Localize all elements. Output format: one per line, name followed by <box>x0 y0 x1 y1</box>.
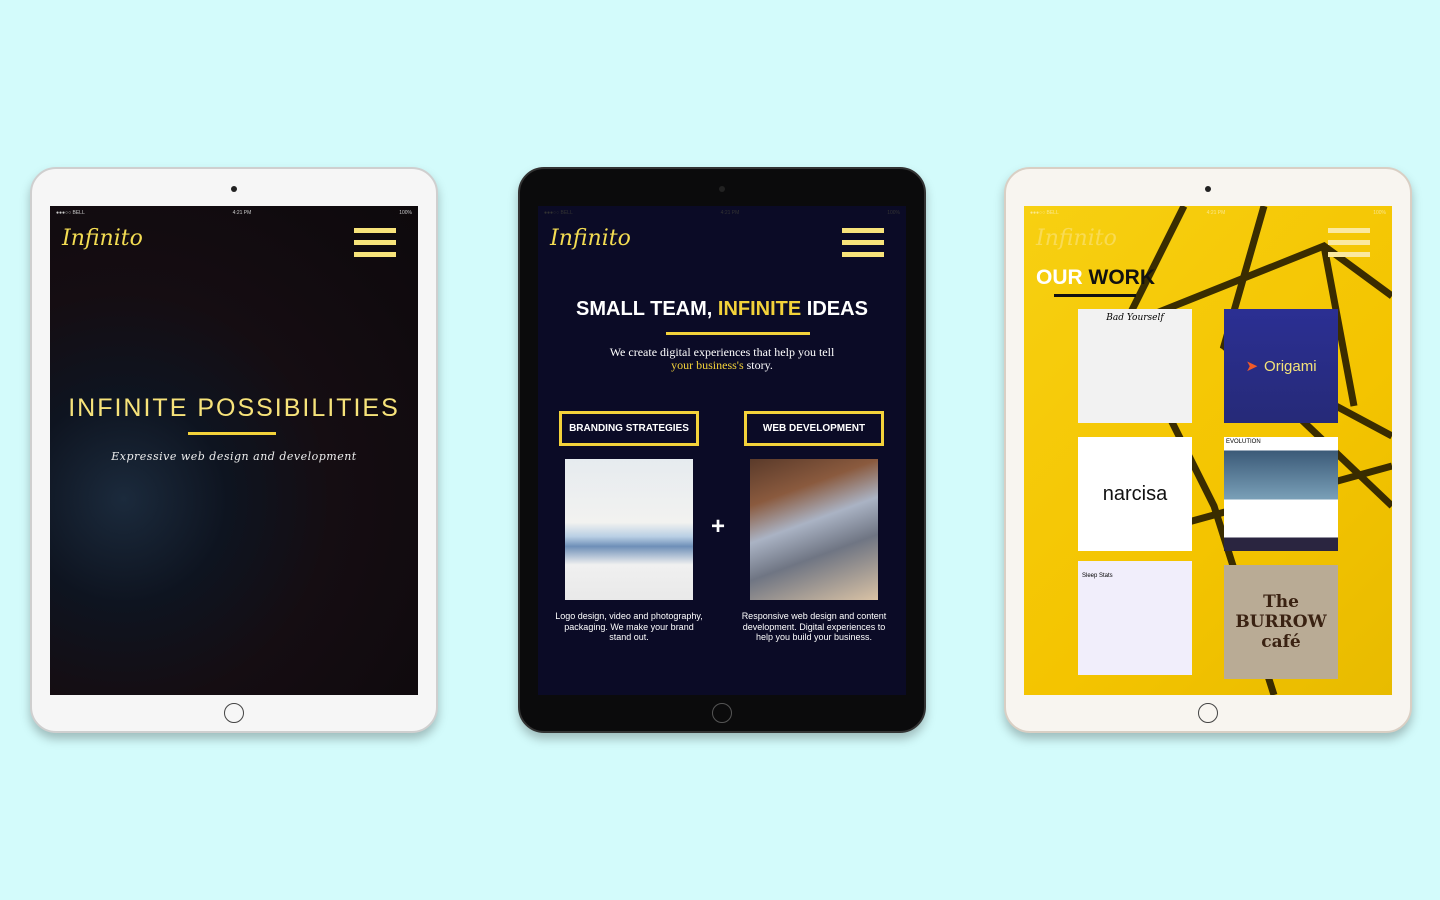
portfolio-label: Sleep Stats <box>1082 573 1113 579</box>
branding-image <box>565 459 693 600</box>
title-part: SMALL TEAM, <box>576 298 718 320</box>
ipad-white-left: ●●●○○ BELL 4:21 PM 100% Infinito INFINITE … <box>30 167 438 733</box>
title-highlight: WORK <box>1088 266 1156 289</box>
screen-portfolio: ●●●○○ BELL 4:21 PM 100% Infinito OUR WORK … <box>1024 206 1392 695</box>
title-highlight: INFINITE <box>717 298 802 320</box>
hero-tagline: Expressive web design and development <box>111 450 357 463</box>
intro-end: story. <box>743 358 773 372</box>
web-dev-description: Responsive web design and content develo… <box>741 611 887 642</box>
divider <box>188 432 276 435</box>
camera <box>231 186 237 192</box>
camera <box>1205 186 1211 192</box>
hero-title: INFINITE POSSIBILITIES <box>68 394 400 422</box>
battery: 100% <box>1373 210 1386 216</box>
carrier: ●●●○○ BELL <box>544 210 573 216</box>
time: 4:21 PM <box>232 210 252 216</box>
portfolio-label: The BURROW café <box>1235 592 1327 652</box>
screen-services: ●●●○○ BELL 4:21 PM 100% Infinito SMALL TEA… <box>538 206 906 695</box>
status-bar: ●●●○○ BELL 4:21 PM 100% <box>56 210 412 216</box>
carrier: ●●●○○ BELL <box>56 210 85 216</box>
battery: 100% <box>887 210 900 216</box>
menu-icon[interactable] <box>1328 228 1370 264</box>
section-title: SMALL TEAM, INFINITE IDEAS <box>538 298 906 321</box>
web-development-button[interactable]: WEB DEVELOPMENT <box>744 411 884 446</box>
title-part: IDEAS <box>801 298 868 320</box>
ipad-black-center: ●●●○○ BELL 4:21 PM 100% Infinito SMALL TEA… <box>518 167 926 733</box>
portfolio-item[interactable]: EVOLUTION <box>1224 437 1338 551</box>
portfolio-label: Bad Yourself <box>1106 313 1164 323</box>
portfolio-item[interactable]: ➤ Origami <box>1224 309 1338 423</box>
portfolio-label: EVOLUTION <box>1226 439 1261 445</box>
menu-icon[interactable] <box>354 228 396 264</box>
logo[interactable]: Infinito <box>1036 226 1117 251</box>
section-title: OUR WORK <box>1036 266 1155 290</box>
portfolio-item[interactable]: narcisa <box>1078 437 1192 551</box>
status-bar: ●●●○○ BELL 4:21 PM 100% <box>544 210 900 216</box>
carrier: ●●●○○ BELL <box>1030 210 1059 216</box>
status-bar: ●●●○○ BELL 4:21 PM 100% <box>1030 210 1386 216</box>
branding-strategies-button[interactable]: BRANDING STRATEGIES <box>559 411 699 446</box>
home-button[interactable] <box>1198 703 1218 723</box>
portfolio-label: Origami <box>1264 357 1317 375</box>
intro-highlight: your business's <box>671 358 744 372</box>
bird-icon: ➤ <box>1245 358 1259 375</box>
portfolio-item[interactable]: Bad Yourself <box>1078 309 1192 423</box>
web-dev-image <box>750 459 878 600</box>
divider <box>666 332 810 335</box>
battery: 100% <box>399 210 412 216</box>
ipad-gold-right: ●●●○○ BELL 4:21 PM 100% Infinito OUR WORK … <box>1004 167 1412 733</box>
logo[interactable]: Infinito <box>550 226 631 251</box>
camera <box>719 186 725 192</box>
home-button[interactable] <box>224 703 244 723</box>
portfolio-item[interactable]: The BURROW café <box>1224 565 1338 679</box>
intro-line: We create digital experiences that help … <box>609 345 835 359</box>
logo[interactable]: Infinito <box>62 226 143 251</box>
time: 4:21 PM <box>720 210 740 216</box>
home-button[interactable] <box>712 703 732 723</box>
title-part: OUR <box>1036 266 1089 289</box>
screen-home: ●●●○○ BELL 4:21 PM 100% Infinito INFINITE … <box>50 206 418 695</box>
portfolio-label: narcisa <box>1102 482 1168 505</box>
time: 4:21 PM <box>1206 210 1226 216</box>
intro-text: We create digital experiences that help … <box>538 346 906 372</box>
branding-description: Logo design, video and photography, pack… <box>555 611 703 642</box>
portfolio-item[interactable]: Sleep Stats <box>1078 561 1192 675</box>
divider <box>1054 294 1136 297</box>
plus-icon: + <box>711 513 726 540</box>
menu-icon[interactable] <box>842 228 884 264</box>
